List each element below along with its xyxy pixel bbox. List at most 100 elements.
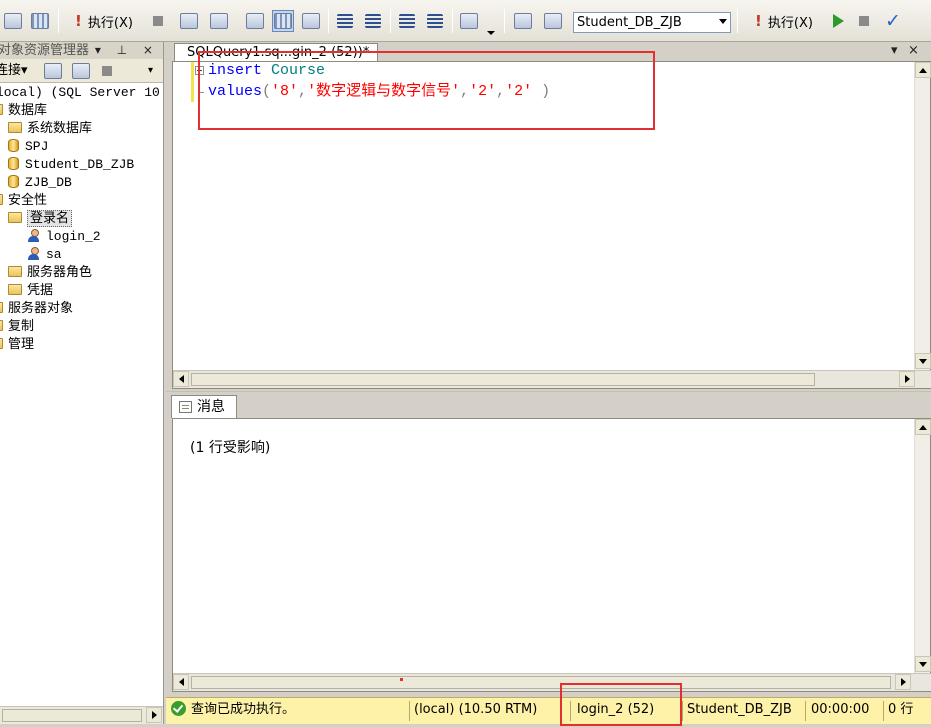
tree-node[interactable]: 数据库: [0, 102, 163, 120]
collapse-icon[interactable]: [195, 66, 204, 75]
explorer-title-bar: 对象资源管理器 ▾ ⊥ ×: [0, 42, 163, 59]
stop-button[interactable]: [856, 10, 872, 32]
tree-node[interactable]: 管理: [0, 336, 163, 354]
tab-list-icon[interactable]: ▾: [891, 43, 898, 58]
scroll-thumb[interactable]: [2, 709, 142, 722]
tree-node[interactable]: 复制: [0, 318, 163, 336]
tab-messages[interactable]: 消息: [171, 395, 237, 418]
tree-node-label: 登录名: [27, 210, 73, 227]
tree-node-label: 数据库: [8, 103, 48, 118]
execute-icon-2: !: [755, 12, 762, 30]
connect-icon[interactable]: [512, 10, 534, 32]
scroll-up-button[interactable]: [915, 62, 931, 78]
status-server: (local) (10.50 RTM): [414, 702, 538, 717]
tree-node-label: Student_DB_ZJB: [25, 157, 135, 172]
scroll-thumb[interactable]: [191, 676, 891, 689]
explorer-horizontal-scrollbar[interactable]: [0, 706, 163, 724]
scroll-left-button[interactable]: [173, 674, 189, 690]
results-to-icon[interactable]: [28, 10, 52, 32]
database-icon: [8, 157, 19, 170]
tree-node-label: 服务器角色: [27, 265, 93, 280]
editor-vertical-scrollbar[interactable]: [914, 62, 931, 370]
scroll-left-button[interactable]: [173, 371, 189, 387]
status-elapsed: 00:00:00: [811, 702, 870, 717]
tree-node[interactable]: SPJ: [0, 138, 163, 156]
scroll-right-button[interactable]: [895, 674, 911, 690]
increase-indent-icon[interactable]: [424, 10, 446, 32]
parse-icon[interactable]: [178, 10, 200, 32]
query-editor[interactable]: insert Course values('8','数字逻辑与数字信号','2'…: [172, 61, 931, 389]
connect-dropdown[interactable]: 连接▾: [0, 59, 28, 83]
database-icon: [8, 139, 19, 152]
results-tab-bar: 消息: [166, 391, 931, 418]
folder-icon: [0, 104, 3, 115]
explorer-toolbar: 连接▾ ▾: [0, 59, 163, 83]
filter-icon[interactable]: [44, 63, 62, 79]
tree-node-label: sa: [46, 247, 62, 262]
close-icon[interactable]: ×: [908, 43, 919, 58]
tree-node[interactable]: ZJB_DB: [0, 174, 163, 192]
decrease-indent-icon[interactable]: [396, 10, 418, 32]
tree-node[interactable]: 凭据: [0, 282, 163, 300]
comment-icon[interactable]: [334, 10, 356, 32]
toolbar-overflow-icon[interactable]: [484, 24, 498, 40]
tree-node[interactable]: 登录名: [0, 210, 163, 228]
scroll-right-button[interactable]: [899, 371, 915, 387]
tree-node[interactable]: 系统数据库: [0, 120, 163, 138]
cancel-query-button[interactable]: [150, 10, 166, 32]
tree-node[interactable]: 服务器角色: [0, 264, 163, 282]
results-file-icon[interactable]: [300, 10, 322, 32]
folder-icon: [8, 212, 22, 223]
debug-icon[interactable]: [830, 10, 846, 32]
uncomment-icon[interactable]: [362, 10, 384, 32]
scroll-thumb[interactable]: [191, 373, 815, 386]
result-message: (1 行受影响): [190, 440, 271, 456]
tree-node-label: ZJB_DB: [25, 175, 72, 190]
results-text-icon[interactable]: [244, 10, 266, 32]
explorer-overflow-icon[interactable]: ▾: [148, 59, 153, 83]
status-bar: 查询已成功执行。 (local) (10.50 RTM) login_2 (52…: [166, 697, 931, 724]
editor-horizontal-scrollbar[interactable]: [173, 370, 931, 388]
folder-icon: [8, 122, 22, 133]
folder-icon: [8, 266, 22, 277]
tree-node-label: 系统数据库: [27, 121, 93, 136]
tree-node-label: login_2: [46, 229, 101, 244]
status-database: Student_DB_ZJB: [687, 702, 792, 717]
document-tab-strip: SQLQuery1.sq...gin_2 (52))* ▾ ×: [166, 42, 931, 61]
database-select[interactable]: Student_DB_ZJB: [573, 12, 731, 33]
execute-button[interactable]: ! 执行(X): [64, 10, 144, 32]
message-icon: [179, 401, 192, 413]
tree-node-label: 复制: [8, 319, 35, 334]
tree-node[interactable]: Student_DB_ZJB: [0, 156, 163, 174]
code-line-2: values('8','数字逻辑与数字信号','2','2' ): [208, 83, 551, 100]
scroll-down-button[interactable]: [915, 656, 931, 672]
tree-node[interactable]: 安全性: [0, 192, 163, 210]
disconnect-icon[interactable]: [72, 63, 90, 79]
new-query-icon[interactable]: [2, 10, 24, 32]
change-connection-icon[interactable]: [542, 10, 564, 32]
main-toolbar: ! 执行(X) Student_DB_ZJB ! 执行(X) ✓: [0, 0, 931, 42]
parse-check-icon[interactable]: ✓: [882, 10, 904, 32]
tree-node-label: 安全性: [8, 193, 48, 208]
code-line-1: insert Course: [208, 62, 326, 79]
explorer-title-controls[interactable]: ▾ ⊥ ×: [95, 42, 159, 59]
display-plan-icon[interactable]: [208, 10, 230, 32]
results-horizontal-scrollbar[interactable]: [173, 673, 931, 691]
tree-node[interactable]: sa: [0, 246, 163, 264]
tree-node[interactable]: local) (SQL Server 10: [0, 84, 163, 102]
execute-button-2[interactable]: ! 执行(X): [744, 10, 824, 32]
results-vertical-scrollbar[interactable]: [914, 419, 931, 673]
status-rows: 0 行: [888, 702, 914, 717]
results-grid-icon[interactable]: [272, 10, 294, 32]
scroll-down-button[interactable]: [915, 353, 931, 369]
tree-node[interactable]: 服务器对象: [0, 300, 163, 318]
stop-icon[interactable]: [102, 66, 112, 76]
tree-node[interactable]: login_2: [0, 228, 163, 246]
status-message: 查询已成功执行。: [171, 698, 406, 724]
changed-lines-marker: [191, 62, 194, 102]
scroll-up-button[interactable]: [915, 419, 931, 435]
specify-values-icon[interactable]: [458, 10, 480, 32]
tab-sqlquery1[interactable]: SQLQuery1.sq...gin_2 (52))*: [174, 43, 379, 61]
scroll-right-button[interactable]: [146, 707, 162, 723]
results-pane[interactable]: (1 行受影响): [172, 418, 931, 692]
